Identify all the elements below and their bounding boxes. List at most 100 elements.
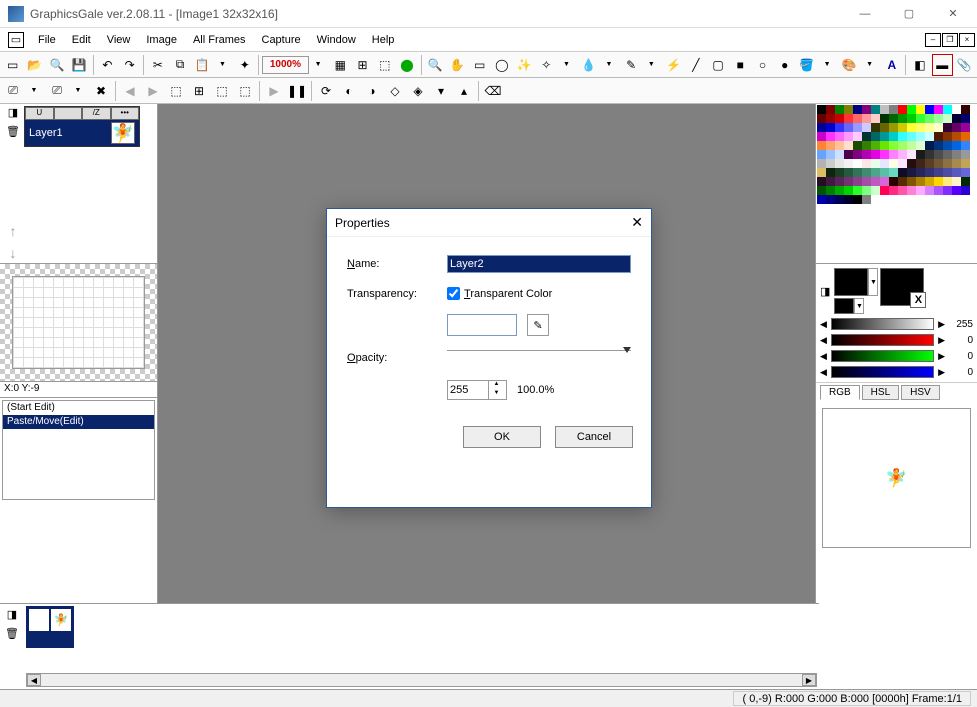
prev-frame-icon[interactable]: ◀ xyxy=(119,80,141,102)
palette-swatch[interactable] xyxy=(952,141,961,150)
blue-slider[interactable] xyxy=(831,366,934,378)
palette-swatch[interactable] xyxy=(934,114,943,123)
wand2-icon[interactable]: ✧ xyxy=(536,54,557,76)
palette-swatch[interactable] xyxy=(835,123,844,132)
palette-swatch[interactable] xyxy=(889,186,898,195)
text-icon[interactable]: A xyxy=(881,54,902,76)
menu-file[interactable]: File xyxy=(30,31,64,49)
frames-trash-icon[interactable]: 🗑 xyxy=(5,627,19,640)
layer-tab[interactable] xyxy=(54,107,83,120)
palette-swatch[interactable] xyxy=(871,168,880,177)
palette-swatch[interactable] xyxy=(907,105,916,114)
trash-icon[interactable]: 🗑 xyxy=(6,125,20,138)
palette-swatch[interactable] xyxy=(907,186,916,195)
palette-swatch[interactable] xyxy=(880,105,889,114)
palette-swatch[interactable] xyxy=(871,159,880,168)
palette-swatch[interactable] xyxy=(817,159,826,168)
palette-swatch[interactable] xyxy=(943,105,952,114)
sparkle-icon[interactable]: ✦ xyxy=(234,54,255,76)
palette-swatch[interactable] xyxy=(853,105,862,114)
palette-swatch[interactable] xyxy=(835,150,844,159)
palette-swatch[interactable] xyxy=(817,132,826,141)
palette-swatch[interactable] xyxy=(853,141,862,150)
palette-swatch[interactable] xyxy=(889,123,898,132)
palette-swatch[interactable] xyxy=(943,177,952,186)
palette-swatch[interactable] xyxy=(826,150,835,159)
palette-swatch[interactable] xyxy=(853,114,862,123)
fillellipse-icon[interactable]: ● xyxy=(774,54,795,76)
palette-swatch[interactable] xyxy=(934,141,943,150)
palette-swatch[interactable] xyxy=(889,132,898,141)
scroll-left-icon[interactable]: ◀ xyxy=(27,674,41,686)
palette-swatch[interactable] xyxy=(925,177,934,186)
palette-swatch[interactable] xyxy=(952,114,961,123)
layer-down-icon[interactable]: ↓ xyxy=(10,245,17,261)
onion-icon[interactable]: ⬚ xyxy=(165,80,187,102)
mirror-icon[interactable]: ◑ xyxy=(361,80,383,102)
palette-swatch[interactable] xyxy=(907,114,916,123)
palette-swatch[interactable] xyxy=(871,141,880,150)
palette-swatch[interactable] xyxy=(925,123,934,132)
palette-swatch[interactable] xyxy=(961,186,970,195)
palette-swatch[interactable] xyxy=(826,186,835,195)
palette-swatch[interactable] xyxy=(880,177,889,186)
green-slider[interactable] xyxy=(831,350,934,362)
colormode-rgb[interactable]: RGB xyxy=(820,385,860,400)
palette-swatch[interactable] xyxy=(961,168,970,177)
palette-swatch[interactable] xyxy=(862,195,871,204)
palette-swatch[interactable] xyxy=(898,132,907,141)
opacity-slider[interactable] xyxy=(447,350,631,366)
palette-swatch[interactable] xyxy=(835,186,844,195)
minimize-button[interactable]: — xyxy=(843,0,887,28)
name-input[interactable] xyxy=(447,255,631,273)
menu-help[interactable]: Help xyxy=(364,31,403,49)
save-icon[interactable]: 💾 xyxy=(69,54,90,76)
palette-swatch[interactable] xyxy=(916,150,925,159)
palette-swatch[interactable] xyxy=(943,132,952,141)
palette-swatch[interactable] xyxy=(943,168,952,177)
palette-swatch[interactable] xyxy=(943,186,952,195)
palette-swatch[interactable] xyxy=(916,168,925,177)
cut-icon[interactable]: ✂ xyxy=(147,54,168,76)
palette-swatch[interactable] xyxy=(889,159,898,168)
palette-swatch[interactable] xyxy=(862,177,871,186)
palette-swatch[interactable] xyxy=(943,150,952,159)
palette-swatch[interactable] xyxy=(925,105,934,114)
palette-swatch[interactable] xyxy=(925,132,934,141)
frame-opts-icon[interactable]: ⎚ xyxy=(2,80,24,102)
palette-swatch[interactable] xyxy=(898,114,907,123)
colormode-hsl[interactable]: HSL xyxy=(862,385,899,400)
palette-swatch[interactable] xyxy=(889,177,898,186)
palette-swatch[interactable] xyxy=(934,168,943,177)
palette-swatch[interactable] xyxy=(844,132,853,141)
palette-swatch[interactable] xyxy=(925,159,934,168)
menu-edit[interactable]: Edit xyxy=(64,31,99,49)
palette-swatch[interactable] xyxy=(889,105,898,114)
palette-swatch[interactable] xyxy=(925,114,934,123)
zoom-dropdown[interactable]: ▼ xyxy=(308,54,329,76)
value-slider[interactable] xyxy=(831,318,934,330)
undo-icon[interactable]: ↶ xyxy=(97,54,118,76)
import-icon[interactable]: ⬚ xyxy=(211,80,233,102)
palette-swatch[interactable] xyxy=(934,132,943,141)
palette-swatch[interactable] xyxy=(898,177,907,186)
palette-swatch[interactable] xyxy=(916,114,925,123)
palette-swatch[interactable] xyxy=(862,114,871,123)
zoom-tool-icon[interactable]: 🔍 xyxy=(425,54,446,76)
palette-swatch[interactable] xyxy=(853,159,862,168)
palette-swatch[interactable] xyxy=(961,132,970,141)
palette-swatch[interactable] xyxy=(826,159,835,168)
palette-swatch[interactable] xyxy=(853,123,862,132)
palette-swatch[interactable] xyxy=(952,159,961,168)
menu-image[interactable]: Image xyxy=(138,31,185,49)
palette-swatch[interactable] xyxy=(961,105,970,114)
palette-swatch[interactable] xyxy=(934,159,943,168)
palette-swatch[interactable] xyxy=(880,132,889,141)
frames-scrollbar[interactable]: ◀ ▶ xyxy=(26,673,817,687)
palette-swatch[interactable] xyxy=(817,168,826,177)
palette-swatch[interactable] xyxy=(898,159,907,168)
palette-swatch[interactable] xyxy=(817,123,826,132)
frame-opts2-icon[interactable]: ⎚ xyxy=(46,80,68,102)
palette-swatch[interactable] xyxy=(844,114,853,123)
palette-swatch[interactable] xyxy=(853,150,862,159)
